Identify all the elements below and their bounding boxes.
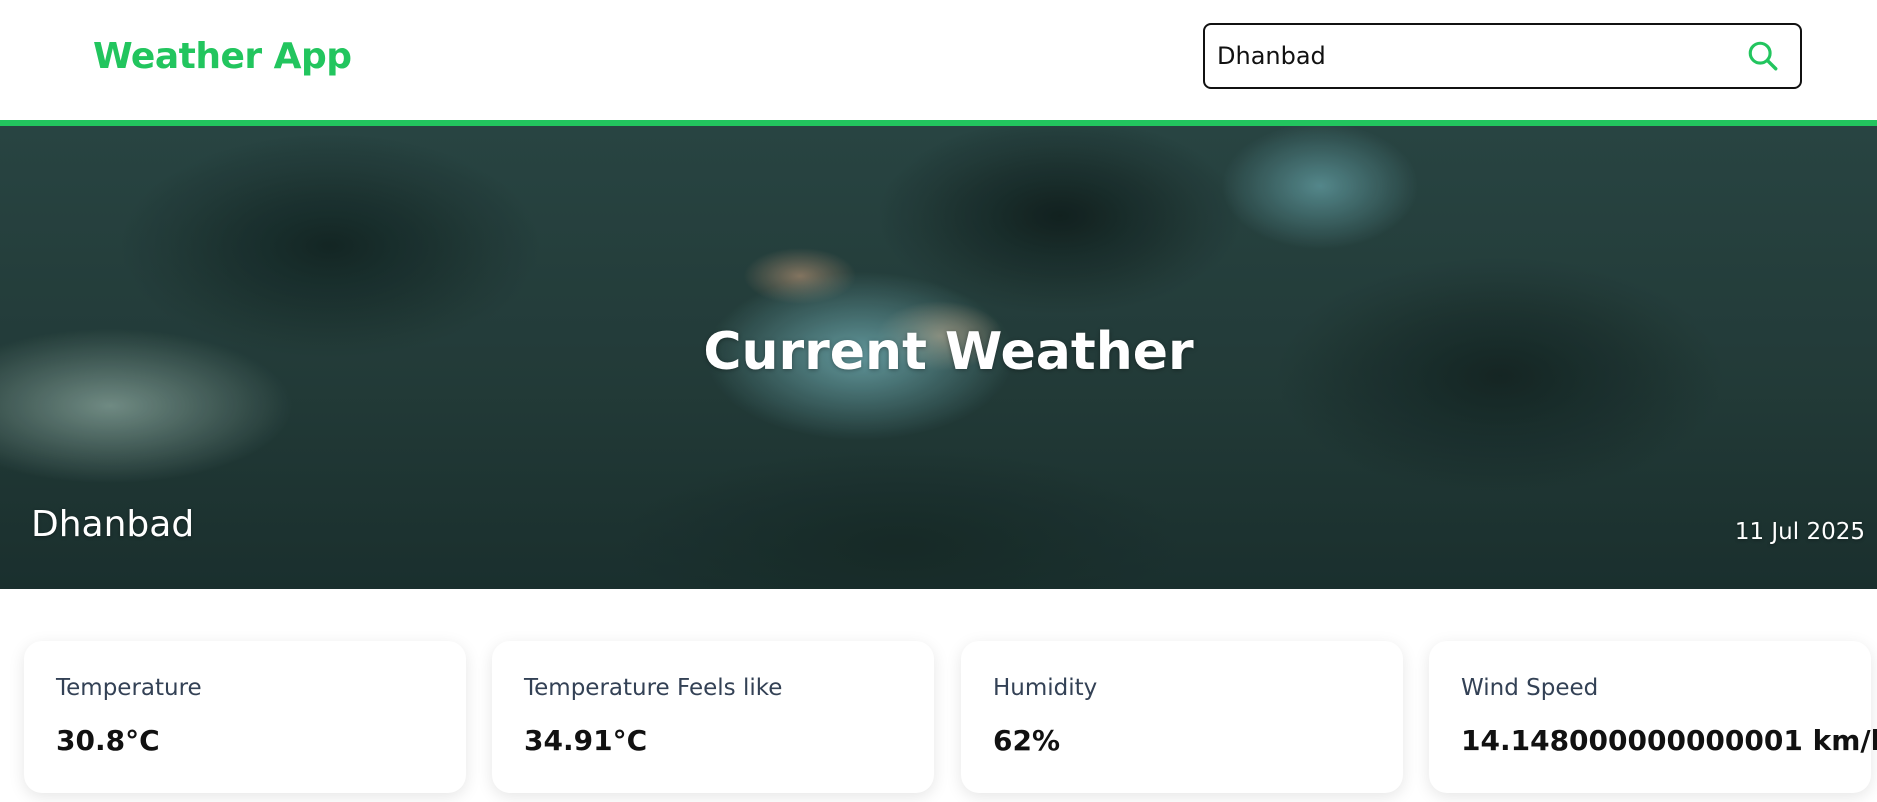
wind-speed-card: Wind Speed 14.148000000000001 km/h (1429, 641, 1877, 793)
search-input[interactable] (1217, 25, 1717, 87)
hero-title: Current Weather (703, 322, 1194, 382)
search-icon[interactable] (1746, 39, 1780, 73)
feels-like-card: Temperature Feels like 34.91°C (492, 641, 934, 793)
hero-city-name: Dhanbad (31, 504, 195, 545)
humidity-card: Humidity 62% (961, 641, 1403, 793)
app-title: Weather App (93, 36, 352, 77)
card-label: Temperature (56, 675, 202, 701)
card-value: 14.148000000000001 km/h (1461, 724, 1877, 757)
card-value: 30.8°C (56, 724, 160, 757)
hero-date: 11 Jul 2025 (1734, 519, 1865, 545)
card-label: Temperature Feels like (524, 675, 783, 701)
card-value: 34.91°C (524, 724, 648, 757)
app-header: Weather App (0, 0, 1877, 120)
search-bar[interactable] (1203, 23, 1802, 89)
hero-banner: Current Weather Dhanbad 11 Jul 2025 (0, 126, 1877, 589)
card-value: 62% (993, 724, 1061, 757)
card-label: Wind Speed (1461, 675, 1599, 701)
temperature-card: Temperature 30.8°C (24, 641, 466, 793)
card-label: Humidity (993, 675, 1098, 701)
